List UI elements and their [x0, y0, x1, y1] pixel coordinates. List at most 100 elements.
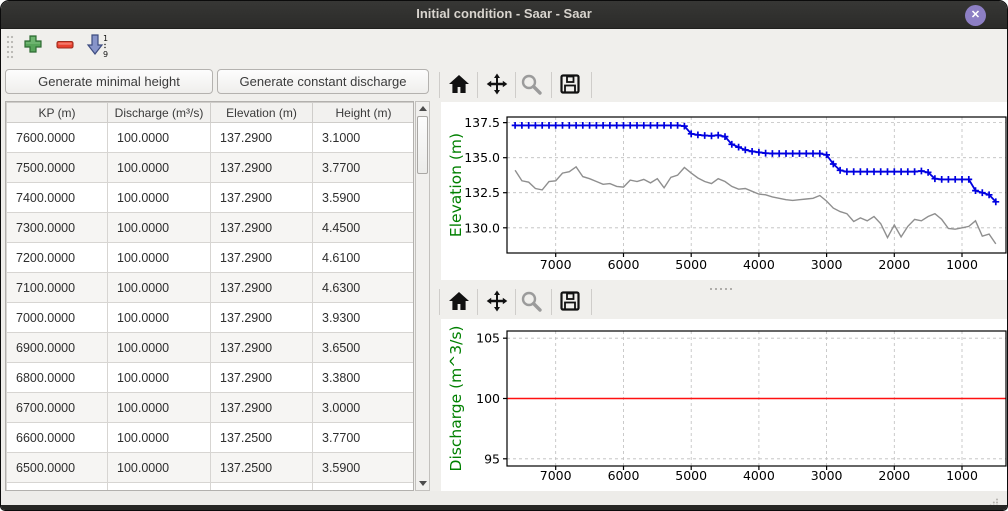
close-button[interactable]: ✕: [965, 5, 986, 26]
y-tick-label: 100: [476, 391, 500, 406]
table-cell[interactable]: 7600.0000: [7, 123, 108, 153]
table-cell[interactable]: 100.0000: [108, 393, 211, 423]
column-header[interactable]: Elevation (m): [211, 103, 313, 123]
table-cell[interactable]: 3.5900: [313, 453, 415, 483]
table-cell[interactable]: 100.0000: [108, 273, 211, 303]
x-tick-label: 3000: [811, 468, 843, 483]
save-button[interactable]: [558, 289, 584, 315]
pan-button[interactable]: [484, 72, 510, 98]
table-row-partial: [7, 483, 415, 492]
table-cell[interactable]: 4.4500: [313, 213, 415, 243]
x-tick-label: 7000: [540, 468, 572, 483]
zoom-button[interactable]: [519, 289, 545, 315]
x-tick-label: 3000: [811, 257, 843, 272]
table-row: 7500.0000100.0000137.29003.7700: [7, 153, 415, 183]
column-header[interactable]: KP (m): [7, 103, 108, 123]
table-cell[interactable]: 6700.0000: [7, 393, 108, 423]
table-cell[interactable]: 137.2900: [211, 393, 313, 423]
add-row-button[interactable]: [20, 33, 46, 61]
table-cell[interactable]: 3.6500: [313, 333, 415, 363]
scroll-down-button[interactable]: [416, 477, 429, 490]
table-row: 7100.0000100.0000137.29004.6300: [7, 273, 415, 303]
table-cell[interactable]: 100.0000: [108, 123, 211, 153]
svg-text:1: 1: [103, 34, 108, 43]
table-cell[interactable]: 3.1000: [313, 123, 415, 153]
titlebar[interactable]: Initial condition - Saar - Saar ✕: [1, 1, 1007, 29]
discharge-chart[interactable]: 700060005000400030002000100010510095Disc…: [441, 319, 1007, 491]
table-cell[interactable]: 137.2500: [211, 453, 313, 483]
table-cell[interactable]: 100.0000: [108, 363, 211, 393]
table-cell[interactable]: 7500.0000: [7, 153, 108, 183]
table-cell[interactable]: 100.0000: [108, 423, 211, 453]
table-cell[interactable]: 100.0000: [108, 303, 211, 333]
water-surface-elevation-line: [515, 125, 996, 201]
table-cell[interactable]: 100.0000: [108, 183, 211, 213]
toolbar-separator: [515, 289, 516, 315]
table-cell[interactable]: 3.9300: [313, 303, 415, 333]
table-row: 7400.0000100.0000137.29003.5900: [7, 183, 415, 213]
table-cell[interactable]: 137.2900: [211, 213, 313, 243]
table-cell[interactable]: 7100.0000: [7, 273, 108, 303]
remove-row-button[interactable]: [52, 33, 78, 61]
toolbar-separator: [439, 289, 440, 315]
table-cell[interactable]: 4.6300: [313, 273, 415, 303]
table-row: 6600.0000100.0000137.25003.7700: [7, 423, 415, 453]
save-button[interactable]: [558, 72, 584, 98]
elevation-chart[interactable]: 7000600050004000300020001000137.5135.013…: [441, 102, 1007, 280]
zoom-button[interactable]: [519, 72, 545, 98]
y-tick-label: 137.5: [464, 115, 500, 130]
sort-rows-button[interactable]: 1 9: [84, 33, 110, 61]
table-cell[interactable]: 3.7700: [313, 153, 415, 183]
zoom-icon: [519, 289, 545, 315]
table-cell[interactable]: 137.2900: [211, 273, 313, 303]
table-cell[interactable]: 137.2900: [211, 153, 313, 183]
table-cell[interactable]: [7, 483, 108, 492]
column-header[interactable]: Discharge (m³/s): [108, 103, 211, 123]
table-cell[interactable]: [211, 483, 313, 492]
table-cell[interactable]: [313, 483, 415, 492]
table-cell[interactable]: 6800.0000: [7, 363, 108, 393]
generate-constant-discharge-button[interactable]: Generate constant discharge: [217, 69, 429, 94]
column-header[interactable]: Height (m): [313, 103, 415, 123]
home-button[interactable]: [446, 72, 472, 98]
table-cell[interactable]: 7400.0000: [7, 183, 108, 213]
table-cell[interactable]: 7000.0000: [7, 303, 108, 333]
pan-button[interactable]: [484, 289, 510, 315]
table-cell[interactable]: 3.0000: [313, 393, 415, 423]
table-cell[interactable]: 137.2900: [211, 243, 313, 273]
pan-icon: [484, 72, 510, 98]
table-cell[interactable]: 137.2900: [211, 123, 313, 153]
table-cell[interactable]: 6500.0000: [7, 453, 108, 483]
table-cell[interactable]: 137.2500: [211, 423, 313, 453]
table-scrollbar[interactable]: [415, 101, 430, 491]
table-cell[interactable]: 137.2900: [211, 303, 313, 333]
toolbar-grip-icon[interactable]: [6, 34, 14, 65]
table-cell[interactable]: 137.2900: [211, 183, 313, 213]
scroll-up-button[interactable]: [416, 102, 429, 115]
table-cell[interactable]: 3.3800: [313, 363, 415, 393]
home-button[interactable]: [446, 289, 472, 315]
elevation-chart-toolbar: [433, 69, 1008, 101]
table-cell[interactable]: 100.0000: [108, 243, 211, 273]
table-cell[interactable]: 7200.0000: [7, 243, 108, 273]
status-bar: [1, 491, 1007, 505]
table-cell[interactable]: 7300.0000: [7, 213, 108, 243]
table-cell[interactable]: [108, 483, 211, 492]
initial-condition-window: Initial condition - Saar - Saar ✕: [0, 0, 1008, 511]
table-cell[interactable]: 100.0000: [108, 453, 211, 483]
table-cell[interactable]: 4.6100: [313, 243, 415, 273]
scrollbar-thumb[interactable]: [417, 116, 428, 174]
table-cell[interactable]: 3.5900: [313, 183, 415, 213]
table-cell[interactable]: 137.2900: [211, 363, 313, 393]
table-cell[interactable]: 6900.0000: [7, 333, 108, 363]
table-cell[interactable]: 100.0000: [108, 153, 211, 183]
table-cell[interactable]: 6600.0000: [7, 423, 108, 453]
table-cell[interactable]: 3.7700: [313, 423, 415, 453]
table-row: 7000.0000100.0000137.29003.9300: [7, 303, 415, 333]
table-cell[interactable]: 100.0000: [108, 333, 211, 363]
window-bottom-edge: [1, 505, 1007, 511]
generate-minimal-height-button[interactable]: Generate minimal height: [5, 69, 213, 94]
table-cell[interactable]: 100.0000: [108, 213, 211, 243]
table-header: KP (m)Discharge (m³/s)Elevation (m)Heigh…: [7, 103, 415, 123]
table-cell[interactable]: 137.2900: [211, 333, 313, 363]
